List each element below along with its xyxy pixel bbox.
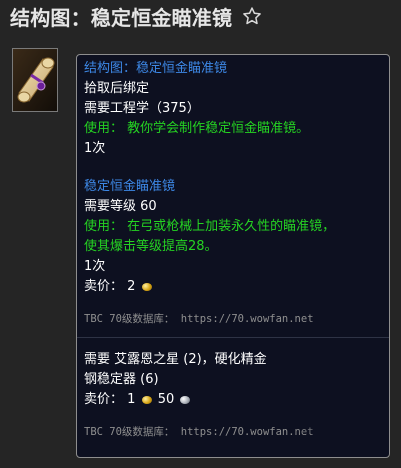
star-outline-icon[interactable] bbox=[242, 6, 262, 26]
page-header: 结构图：稳定恒金瞄准镜 bbox=[10, 2, 262, 30]
count-text: 1次 bbox=[84, 141, 106, 156]
source-line: TBC 70级数据库： https://70.wowfan.net bbox=[84, 309, 382, 329]
recipe-name: 结构图：稳定恒金瞄准镜 bbox=[84, 61, 228, 76]
separator bbox=[77, 337, 389, 338]
required-materials-line-1: 需要 艾露恩之星 (2)，硬化精金 bbox=[84, 352, 267, 367]
crafted-use-line-1: 使用： 在弓或枪械上加装永久性的瞄准镜， bbox=[84, 219, 336, 234]
crafted-item-name: 稳定恒金瞄准镜 bbox=[84, 179, 176, 194]
required-skill: 需要工程学（375） bbox=[84, 101, 200, 116]
use-text: 使用： 教你学会制作稳定恒金瞄准镜。 bbox=[84, 121, 310, 136]
scroll-recipe-icon bbox=[13, 49, 57, 111]
sell-gold-value: 2 bbox=[127, 279, 136, 294]
required-materials-line-2: 钢稳定器 (6) bbox=[84, 372, 159, 387]
source-line: TBC 70级数据库： https://70.wowfan.net bbox=[84, 422, 382, 442]
sell-label: 卖价： bbox=[84, 279, 124, 294]
sell-label: 卖价： bbox=[84, 392, 124, 407]
crafted-count: 1次 bbox=[84, 259, 106, 274]
silver-coin-icon bbox=[180, 395, 191, 404]
page: 结构图：稳定恒金瞄准镜 结构图：稳定恒金瞄准镜 拾取后绑定 需要工程学（375）… bbox=[0, 0, 401, 468]
source-label: TBC 70级数据库： bbox=[84, 313, 175, 325]
sell-silver-value: 50 bbox=[157, 392, 175, 407]
page-title: 结构图：稳定恒金瞄准镜 bbox=[10, 5, 233, 30]
sell-gold-value: 1 bbox=[127, 392, 136, 407]
source-link[interactable]: https://70.wowfan.net bbox=[181, 426, 314, 438]
sell-price-2: 卖价： 1 50 bbox=[84, 390, 382, 410]
crafted-use-line-2: 使其爆击等级提高28。 bbox=[84, 239, 218, 254]
required-level: 需要等级 60 bbox=[84, 199, 157, 214]
item-tooltip: 结构图：稳定恒金瞄准镜 拾取后绑定 需要工程学（375） 使用： 教你学会制作稳… bbox=[76, 54, 390, 458]
item-icon-frame[interactable] bbox=[12, 48, 58, 112]
sell-price-1: 卖价： 2 bbox=[84, 277, 382, 297]
source-label: TBC 70级数据库： bbox=[84, 426, 175, 438]
source-link[interactable]: https://70.wowfan.net bbox=[181, 313, 314, 325]
gold-coin-icon bbox=[141, 395, 152, 404]
bind-text: 拾取后绑定 bbox=[84, 81, 150, 96]
gold-coin-icon bbox=[141, 282, 152, 291]
